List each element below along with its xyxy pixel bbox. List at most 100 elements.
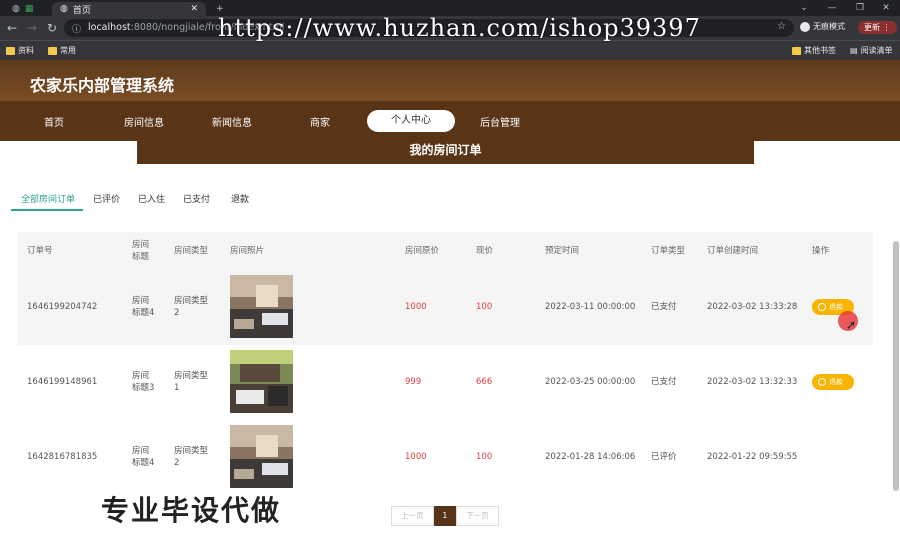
nav-personal-center[interactable]: 个人中心 — [367, 110, 455, 132]
room-photo-image — [230, 425, 293, 488]
refund-icon — [818, 303, 826, 311]
bookmark-folder-other[interactable]: 其他书签 — [792, 45, 836, 56]
star-icon[interactable]: ☆ — [777, 21, 786, 32]
current-price: 666 — [476, 377, 493, 387]
order-type: 已支付 — [651, 302, 677, 312]
created-time: 2022-03-02 13:32:33 — [707, 377, 798, 387]
scrollbar[interactable] — [893, 241, 899, 491]
room-title: 房间 标题3 — [132, 371, 155, 393]
header-original-price: 房间原价 — [405, 246, 440, 256]
header-book-time: 预定时间 — [545, 246, 580, 256]
header-title: 房间 标题 — [132, 240, 150, 262]
globe-icon: ◍ — [12, 4, 20, 14]
reading-list-icon: ▤ — [850, 46, 858, 55]
bookmark-label: 常用 — [60, 46, 76, 55]
tab-checked-in[interactable]: 已入住 — [138, 192, 165, 205]
watermark-text: https://www.huzhan.com/ishop39397 — [218, 14, 701, 42]
book-time: 2022-01-28 14:06:06 — [545, 452, 636, 462]
site-header: 农家乐内部管理系统 — [0, 60, 900, 101]
bookmark-folder[interactable]: 资料 — [6, 45, 34, 56]
current-price: 100 — [476, 302, 493, 312]
refund-label: 退款 — [829, 378, 843, 386]
window-close-icon[interactable]: ✕ — [872, 1, 900, 15]
page-number-current[interactable]: 1 — [433, 506, 457, 526]
header-created: 订单创建时间 — [707, 246, 759, 256]
order-no: 1646199204742 — [27, 302, 98, 312]
nav-news[interactable]: 新闻信息 — [212, 114, 252, 129]
overlay-ad-text: 专业毕设代做 — [101, 494, 282, 527]
forward-icon[interactable]: → — [24, 20, 40, 36]
bookmark-folder[interactable]: 常用 — [48, 45, 76, 56]
folder-icon — [792, 46, 801, 55]
info-icon[interactable]: ⓘ — [72, 22, 81, 35]
close-icon[interactable]: ✕ — [190, 4, 198, 14]
bookmark-label: 阅读清单 — [860, 46, 893, 55]
refund-label: 退款 — [829, 303, 843, 311]
active-tab-underline — [11, 209, 83, 211]
folder-icon — [48, 46, 57, 55]
grid-icon: ▦ — [24, 4, 34, 14]
room-photo[interactable] — [230, 275, 293, 338]
order-no: 1646199148961 — [27, 377, 98, 387]
bookmark-label: 其他书签 — [804, 46, 836, 55]
tab-refund[interactable]: 退款 — [231, 192, 249, 205]
room-title: 房间 标题4 — [132, 446, 155, 468]
nav-rooms[interactable]: 房间信息 — [124, 114, 164, 129]
incognito-indicator[interactable]: 无痕模式 — [800, 21, 845, 32]
room-photo[interactable] — [230, 350, 293, 413]
book-time: 2022-03-25 00:00:00 — [545, 377, 636, 387]
original-price: 1000 — [405, 452, 427, 462]
book-time: 2022-03-11 00:00:00 — [545, 302, 636, 312]
header-photo: 房间照片 — [230, 246, 265, 256]
bookmarks-bar: 资料 常用 其他书签 ▤ 阅读清单 — [0, 40, 900, 60]
order-type: 已评价 — [651, 452, 677, 462]
current-price: 100 — [476, 452, 493, 462]
header-order-type: 订单类型 — [651, 246, 686, 256]
refund-button[interactable]: 退款 — [812, 374, 854, 390]
site-nav: 首页 房间信息 新闻信息 商家 个人中心 后台管理 — [0, 101, 900, 141]
header-type: 房间类型 — [174, 246, 209, 256]
room-photo-image — [230, 275, 293, 338]
table-row: 1642816781835 房间 标题4 房间类型 2 1000 100 202… — [18, 420, 873, 495]
tab-paid[interactable]: 已支付 — [183, 192, 210, 205]
created-time: 2022-03-02 13:33:28 — [707, 302, 798, 312]
header-price: 现价 — [476, 246, 494, 256]
tab-all-orders[interactable]: 全部房间订单 — [21, 192, 75, 205]
url-host: localhost — [88, 22, 131, 33]
update-button[interactable]: 更新 ⋮ — [858, 21, 897, 34]
order-type: 已支付 — [651, 377, 677, 387]
room-type: 房间类型 2 — [174, 296, 209, 318]
tab-reviewed[interactable]: 已评价 — [93, 192, 120, 205]
original-price: 999 — [405, 377, 422, 387]
nav-merchants[interactable]: 商家 — [310, 114, 330, 129]
next-page-button[interactable]: 下一页 — [456, 506, 499, 526]
minimize-icon[interactable]: — — [818, 1, 846, 15]
table-header: 订单号 房间 标题 房间类型 房间照片 房间原价 现价 预定时间 订单类型 订单… — [18, 232, 873, 270]
nav-home[interactable]: 首页 — [44, 114, 64, 129]
table-row: 1646199148961 房间 标题3 房间类型 1 999 666 2022… — [18, 345, 873, 420]
table-row: 1646199204742 房间 标题4 房间类型 2 1000 100 202… — [18, 270, 873, 345]
incognito-icon — [800, 21, 810, 32]
back-icon[interactable]: ← — [4, 20, 20, 36]
room-type: 房间类型 1 — [174, 371, 209, 393]
created-time: 2022-01-22 09:59:55 — [707, 452, 798, 462]
room-photo-image — [230, 350, 293, 413]
reload-icon[interactable]: ↻ — [44, 20, 60, 36]
original-price: 1000 — [405, 302, 427, 312]
browser-tab-inactive[interactable]: ◍ ▦ — [4, 2, 48, 16]
reading-list[interactable]: ▤ 阅读清单 — [850, 45, 893, 56]
room-type: 房间类型 2 — [174, 446, 209, 468]
bookmark-label: 资料 — [18, 46, 34, 55]
globe-icon: ◍ — [60, 4, 68, 14]
update-label: 更新 — [864, 23, 880, 32]
pagination: 上一页 1 下一页 — [391, 506, 499, 526]
maximize-icon[interactable]: ❐ — [846, 1, 874, 15]
nav-admin[interactable]: 后台管理 — [480, 114, 520, 129]
page-title: 我的房间订单 — [137, 141, 754, 164]
room-photo[interactable] — [230, 425, 293, 488]
refund-icon — [818, 378, 826, 386]
prev-page-button[interactable]: 上一页 — [391, 506, 434, 526]
browser-tab-active[interactable]: ◍ 首页 ✕ — [52, 2, 206, 16]
folder-icon — [6, 46, 15, 55]
tab-search-icon[interactable]: ⌄ — [790, 1, 818, 15]
